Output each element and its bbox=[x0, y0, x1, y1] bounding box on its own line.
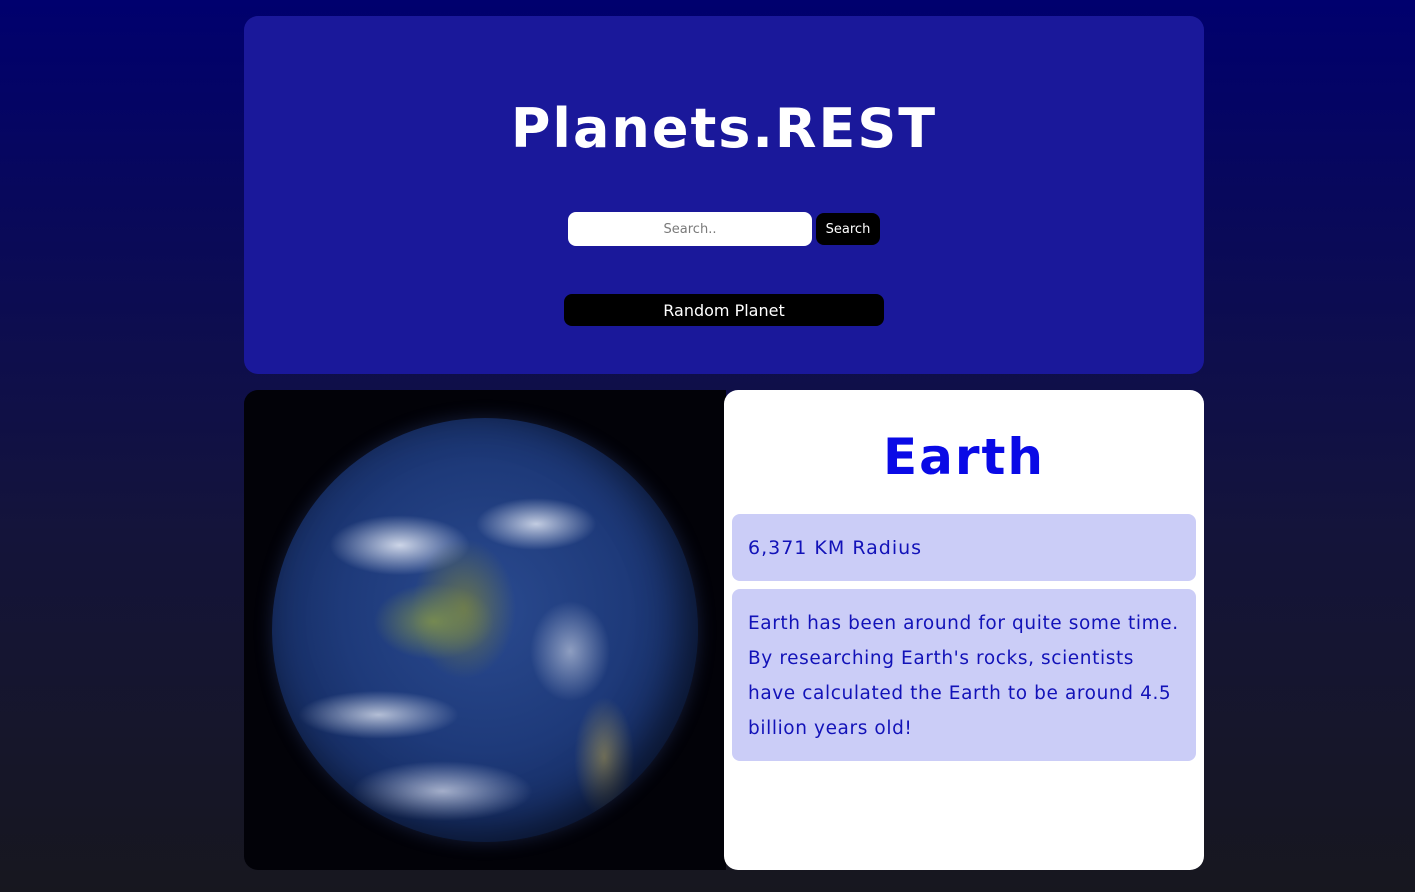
planet-info-card: Earth 6,371 KM Radius Earth has been aro… bbox=[724, 390, 1204, 870]
search-input[interactable] bbox=[568, 212, 812, 246]
planet-radius: 6,371 KM Radius bbox=[732, 514, 1196, 581]
planet-description: Earth has been around for quite some tim… bbox=[732, 589, 1196, 761]
random-planet-button[interactable]: Random Planet bbox=[564, 294, 884, 326]
site-title: Planets.REST bbox=[510, 97, 938, 160]
earth-globe-image bbox=[272, 418, 698, 842]
header-card: Planets.REST Search Random Planet bbox=[244, 16, 1204, 374]
planet-name: Earth bbox=[882, 428, 1046, 486]
search-button[interactable]: Search bbox=[816, 213, 880, 245]
planet-image-panel bbox=[244, 390, 726, 870]
